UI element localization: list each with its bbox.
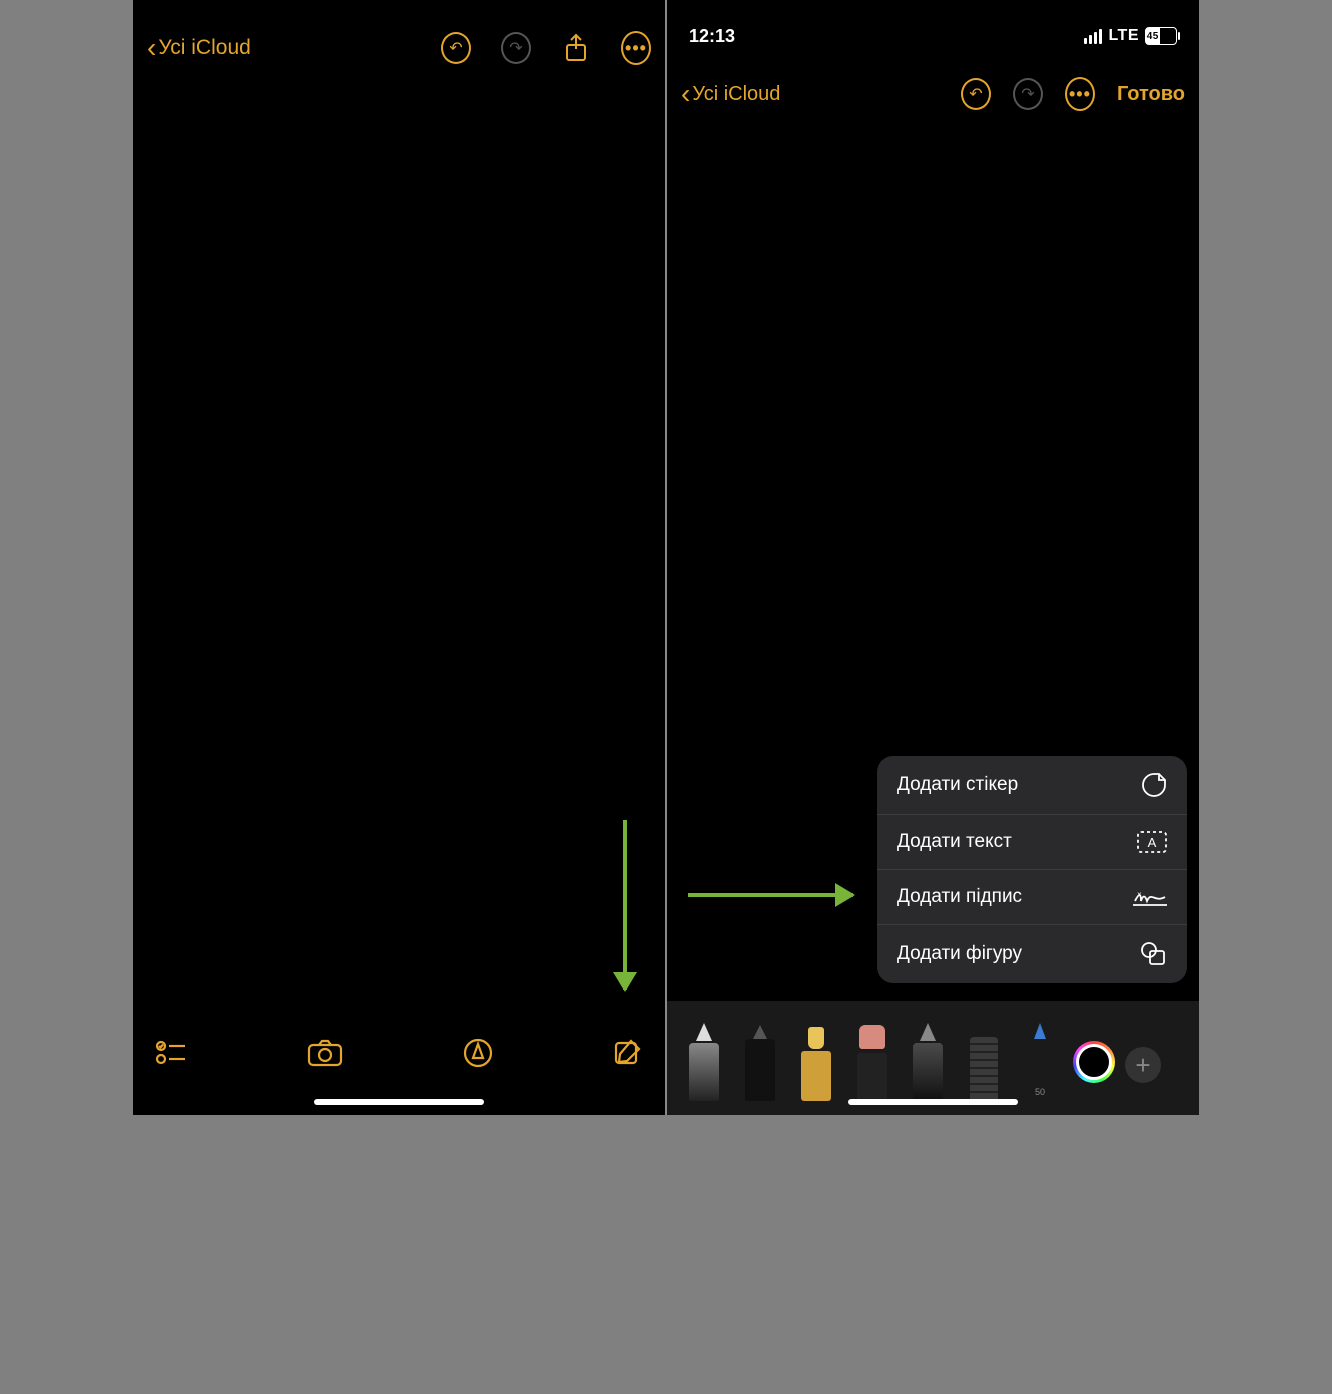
status-bar: 12:13 LTE 45 — [667, 0, 1199, 58]
redo-icon: ↷ — [1013, 78, 1043, 110]
markup-icon — [463, 1038, 493, 1068]
done-button[interactable]: Готово — [1117, 83, 1185, 106]
menu-add-text[interactable]: Додати текст A — [877, 815, 1187, 870]
tool-pencil[interactable] — [905, 1023, 951, 1101]
network-label: LTE — [1108, 27, 1139, 45]
more-button[interactable]: ••• — [621, 33, 651, 63]
markup-button[interactable] — [463, 1038, 493, 1073]
share-icon — [564, 33, 588, 63]
menu-add-sticker[interactable]: Додати стікер — [877, 756, 1187, 815]
battery-icon: 45 — [1145, 27, 1177, 45]
note-canvas[interactable] — [133, 78, 665, 1015]
status-time: 12:13 — [689, 26, 735, 47]
back-label: Усі iCloud — [692, 83, 780, 106]
annotation-arrow-down — [623, 820, 627, 990]
menu-add-shape[interactable]: Додати фігуру — [877, 925, 1187, 983]
checklist-button[interactable] — [155, 1039, 187, 1072]
menu-label: Додати стікер — [897, 774, 1018, 796]
more-icon: ••• — [1065, 77, 1095, 111]
tool-pen[interactable] — [681, 1023, 727, 1101]
textbox-icon: A — [1137, 831, 1167, 853]
more-icon: ••• — [621, 31, 651, 65]
checklist-icon — [155, 1039, 187, 1067]
drawing-toolbar: + — [667, 1001, 1199, 1115]
tool-blue-pen[interactable] — [1017, 1023, 1063, 1101]
right-top-bar: ‹ Усі iCloud ↶ ↷ ••• Готово — [667, 58, 1199, 122]
add-menu-popup: Додати стікер Додати текст A Додати підп… — [877, 756, 1187, 983]
chevron-left-icon: ‹ — [147, 34, 156, 62]
signal-icon — [1084, 29, 1102, 44]
sticker-icon — [1141, 772, 1167, 798]
undo-button[interactable]: ↶ — [961, 79, 991, 109]
tool-ruler[interactable] — [961, 1023, 1007, 1101]
back-button[interactable]: ‹ Усі iCloud — [681, 80, 780, 108]
menu-add-signature[interactable]: Додати підпис × — [877, 870, 1187, 925]
home-indicator[interactable] — [314, 1099, 484, 1105]
tool-highlighter[interactable] — [793, 1023, 839, 1101]
camera-icon — [307, 1039, 343, 1067]
annotation-arrow-right — [688, 893, 853, 897]
svg-text:×: × — [1137, 890, 1142, 899]
compose-icon — [613, 1038, 643, 1068]
redo-button[interactable]: ↷ — [1013, 79, 1043, 109]
left-top-bar: ‹ Усі iCloud ↶ ↷ ••• — [133, 0, 665, 78]
right-screenshot: 12:13 LTE 45 ‹ Усі iCloud ↶ ↷ — [667, 0, 1199, 1115]
home-indicator[interactable] — [848, 1099, 1018, 1105]
undo-icon: ↶ — [441, 32, 471, 64]
share-button[interactable] — [561, 33, 591, 63]
menu-label: Додати текст — [897, 831, 1012, 853]
menu-label: Додати підпис — [897, 886, 1022, 908]
color-picker[interactable] — [1073, 1041, 1115, 1083]
tool-eraser[interactable] — [849, 1023, 895, 1101]
tool-marker[interactable] — [737, 1023, 783, 1101]
undo-icon: ↶ — [961, 78, 991, 110]
shape-icon — [1139, 941, 1167, 967]
camera-button[interactable] — [307, 1039, 343, 1072]
add-button[interactable]: + — [1125, 1047, 1161, 1083]
chevron-left-icon: ‹ — [681, 80, 690, 108]
redo-button[interactable]: ↷ — [501, 33, 531, 63]
redo-icon: ↷ — [501, 32, 531, 64]
signature-icon: × — [1133, 887, 1167, 907]
back-button[interactable]: ‹ Усі iCloud — [147, 34, 251, 62]
battery-level: 45 — [1146, 28, 1160, 44]
undo-button[interactable]: ↶ — [441, 33, 471, 63]
more-button[interactable]: ••• — [1065, 79, 1095, 109]
svg-text:A: A — [1148, 835, 1157, 850]
compose-button[interactable] — [613, 1038, 643, 1073]
back-label: Усі iCloud — [158, 36, 250, 60]
color-wheel-icon — [1076, 1044, 1112, 1080]
left-screenshot: ‹ Усі iCloud ↶ ↷ ••• — [133, 0, 665, 1115]
menu-label: Додати фігуру — [897, 943, 1022, 965]
